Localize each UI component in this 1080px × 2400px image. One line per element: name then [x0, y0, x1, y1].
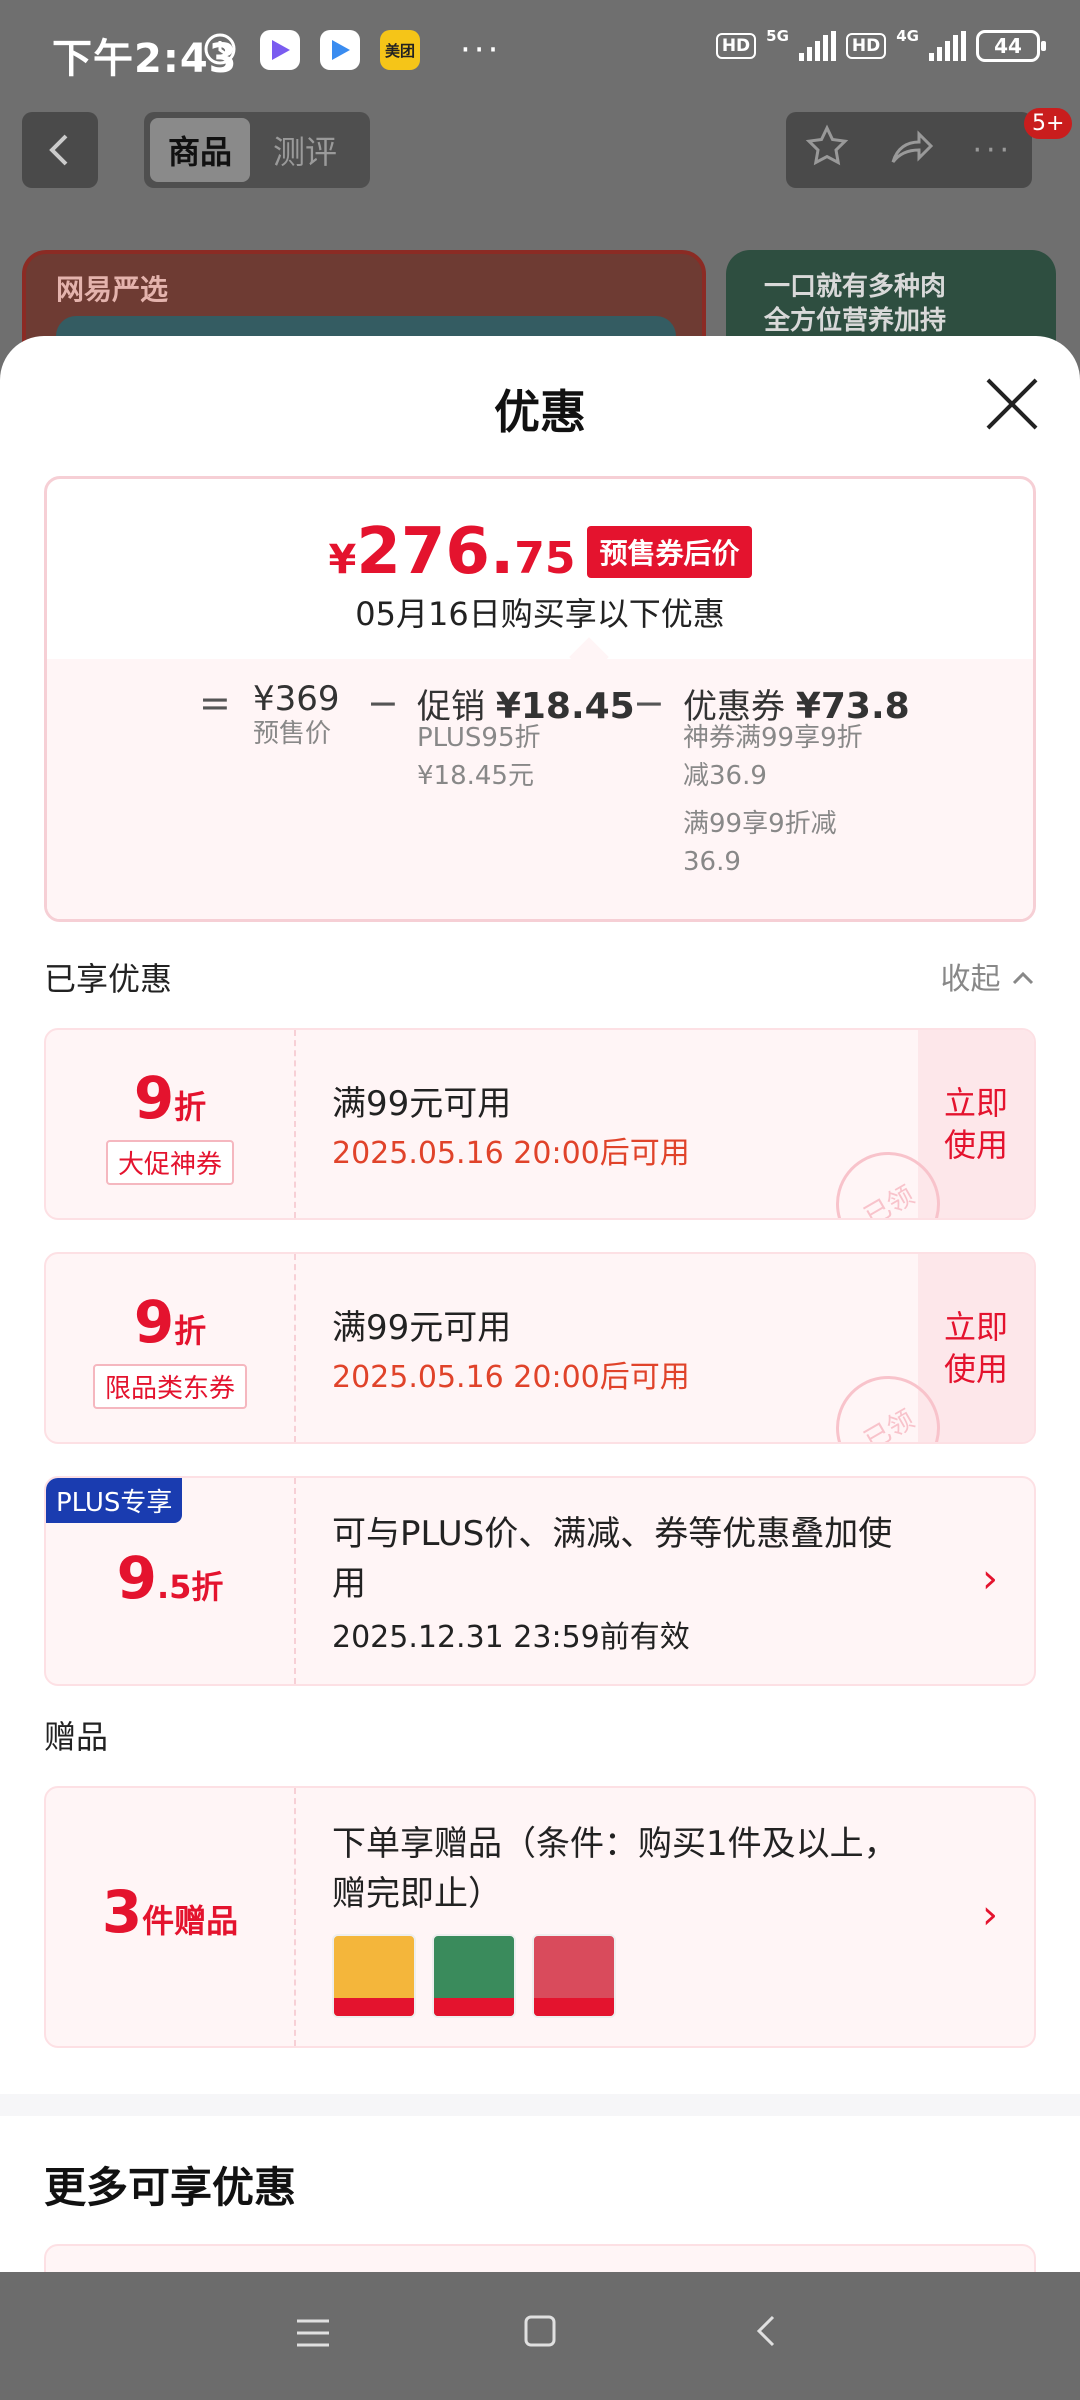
promo-line-2: 全方位营养加持 — [764, 306, 947, 336]
currency-symbol: ¥ — [328, 537, 357, 583]
plus-title-2: 用 — [332, 1564, 366, 1604]
collapse-label: 收起 — [940, 962, 1001, 997]
hd-icon: HD — [845, 33, 887, 59]
coupon-date: 2025.05.16 20:00后可用 — [332, 1360, 690, 1395]
video-app-icon — [260, 30, 300, 70]
coupon-discount: 9 — [133, 1064, 175, 1132]
gift-title-1: 下单享赠品（条件：购买1件及以上， — [332, 1824, 898, 1864]
chevron-left-icon — [49, 134, 68, 166]
coupon-detail-3: 满99享9折减 — [683, 809, 837, 839]
plus-title-1: 可与PLUS价、满减、券等优惠叠加使 — [332, 1514, 893, 1554]
battery-icon: 44 — [976, 30, 1046, 62]
gift-thumb-1[interactable] — [332, 1934, 416, 2018]
system-nav-bar — [0, 2272, 1080, 2400]
video-app-icon — [320, 30, 360, 70]
network-4g-label: 4G — [896, 27, 919, 45]
minus-sign: − — [633, 681, 665, 725]
purchase-date-note: 05月16日购买享以下优惠 — [355, 595, 725, 633]
meituan-icon: 美团 — [380, 30, 420, 70]
gift-count: 3 — [101, 1878, 143, 1946]
alarm-icon — [200, 28, 240, 72]
presale-value: ¥369 — [253, 679, 340, 719]
home-icon[interactable] — [520, 2311, 560, 2362]
minus-sign: − — [367, 681, 399, 725]
tab-product[interactable]: 商品 — [150, 118, 250, 182]
coupon-card: 9折 限品类东券 满99元可用 2025.05.16 20:00后可用 立即 使… — [44, 1252, 1036, 1444]
star-icon[interactable] — [805, 124, 849, 177]
gift-label: 赠品 — [44, 1718, 109, 1756]
plus-date: 2025.12.31 23:59前有效 — [332, 1620, 690, 1655]
signal-icon — [798, 31, 836, 61]
nav-actions: ··· — [786, 112, 1032, 188]
share-icon[interactable] — [887, 124, 935, 177]
tab-review[interactable]: 测评 — [250, 127, 360, 173]
discount-sheet: 优惠 ¥ 276. 75 预售券后价 05月16日购买享以下优惠 = ¥369 … — [0, 336, 1080, 2272]
more-discount-card[interactable] — [44, 2244, 1036, 2272]
top-nav: 商品 测评 ··· — [0, 108, 1080, 188]
plus-offer-card[interactable]: 9.5折 PLUS专享 可与PLUS价、满减、券等优惠叠加使 用 2025.12… — [44, 1476, 1036, 1686]
coupon-unit: 折 — [174, 1312, 207, 1350]
status-bar: 下午2:43 美团 ··· HD 5G HD 4G 44 — [0, 0, 1080, 100]
presale-label: 预售价 — [253, 719, 332, 749]
promo-detail-1: PLUS95折 — [417, 723, 541, 753]
price-integer: 276. — [356, 515, 515, 589]
back-icon[interactable] — [747, 2311, 787, 2362]
close-icon[interactable] — [984, 376, 1040, 432]
chevron-right-icon: › — [982, 1892, 998, 1938]
price-breakdown: ¥ 276. 75 预售券后价 05月16日购买享以下优惠 = ¥369 预售价… — [44, 476, 1036, 922]
more-discounts-title: 更多可享优惠 — [44, 2163, 297, 2212]
plus-discount: 9 — [116, 1544, 157, 1612]
signal-icon — [929, 31, 966, 61]
coupon-tag: 大促神券 — [105, 1140, 235, 1185]
chevron-up-icon — [1012, 971, 1034, 985]
use-label-2: 使用 — [943, 1350, 1008, 1388]
use-label-2: 使用 — [943, 1126, 1008, 1164]
enjoyed-discounts-label: 已享优惠 — [44, 960, 173, 998]
promo-detail-2: ¥18.45元 — [417, 761, 534, 791]
gift-card[interactable]: 3件赠品 下单享赠品（条件：购买1件及以上， 赠完即止） › — [44, 1786, 1036, 2048]
use-label-1: 立即 — [943, 1308, 1008, 1346]
coupon-title: 满99元可用 — [332, 1308, 512, 1348]
plus-unit: .5折 — [156, 1568, 224, 1606]
collapse-button[interactable]: 收起 — [940, 954, 1036, 998]
gift-title-2: 赠完即止） — [332, 1874, 502, 1914]
coupon-detail-4: 36.9 — [683, 847, 741, 877]
gift-unit: 件赠品 — [142, 1902, 239, 1940]
network-5g-label: 5G — [766, 27, 789, 45]
message-badge: 5+ — [1024, 108, 1073, 139]
coupon-unit: 折 — [174, 1088, 207, 1126]
product-tabs: 商品 测评 — [144, 112, 370, 188]
gift-thumb-3[interactable] — [532, 1934, 616, 2018]
coupon-discount: 9 — [133, 1288, 175, 1356]
coupon-detail-2: 减36.9 — [683, 761, 767, 791]
use-label-1: 立即 — [943, 1084, 1008, 1122]
presale-price-tag: 预售券后价 — [587, 526, 752, 578]
price-decimal: 75 — [514, 533, 576, 584]
menu-icon[interactable] — [293, 2311, 333, 2362]
sheet-title: 优惠 — [494, 385, 586, 439]
chevron-right-icon: › — [982, 1556, 998, 1602]
back-button[interactable] — [22, 112, 98, 188]
coupon-title: 满99元可用 — [332, 1084, 512, 1124]
gift-thumb-2[interactable] — [432, 1934, 516, 2018]
coupon-date: 2025.05.16 20:00后可用 — [332, 1136, 690, 1171]
brand-label: 网易严选 — [56, 273, 169, 306]
coupon-tag: 限品类东券 — [92, 1364, 248, 1409]
plus-badge: PLUS专享 — [46, 1478, 183, 1523]
overflow-icon: ··· — [460, 30, 502, 70]
more-icon[interactable]: ··· — [972, 133, 1013, 168]
coupon-detail-1: 神券满99享9折 — [683, 723, 863, 753]
coupon-card: 9折 大促神券 满99元可用 2025.05.16 20:00后可用 立即 使用… — [44, 1028, 1036, 1220]
hd-icon: HD — [715, 33, 757, 59]
equals-sign: = — [199, 681, 231, 725]
promo-line-1: 一口就有多种肉 — [764, 272, 947, 302]
